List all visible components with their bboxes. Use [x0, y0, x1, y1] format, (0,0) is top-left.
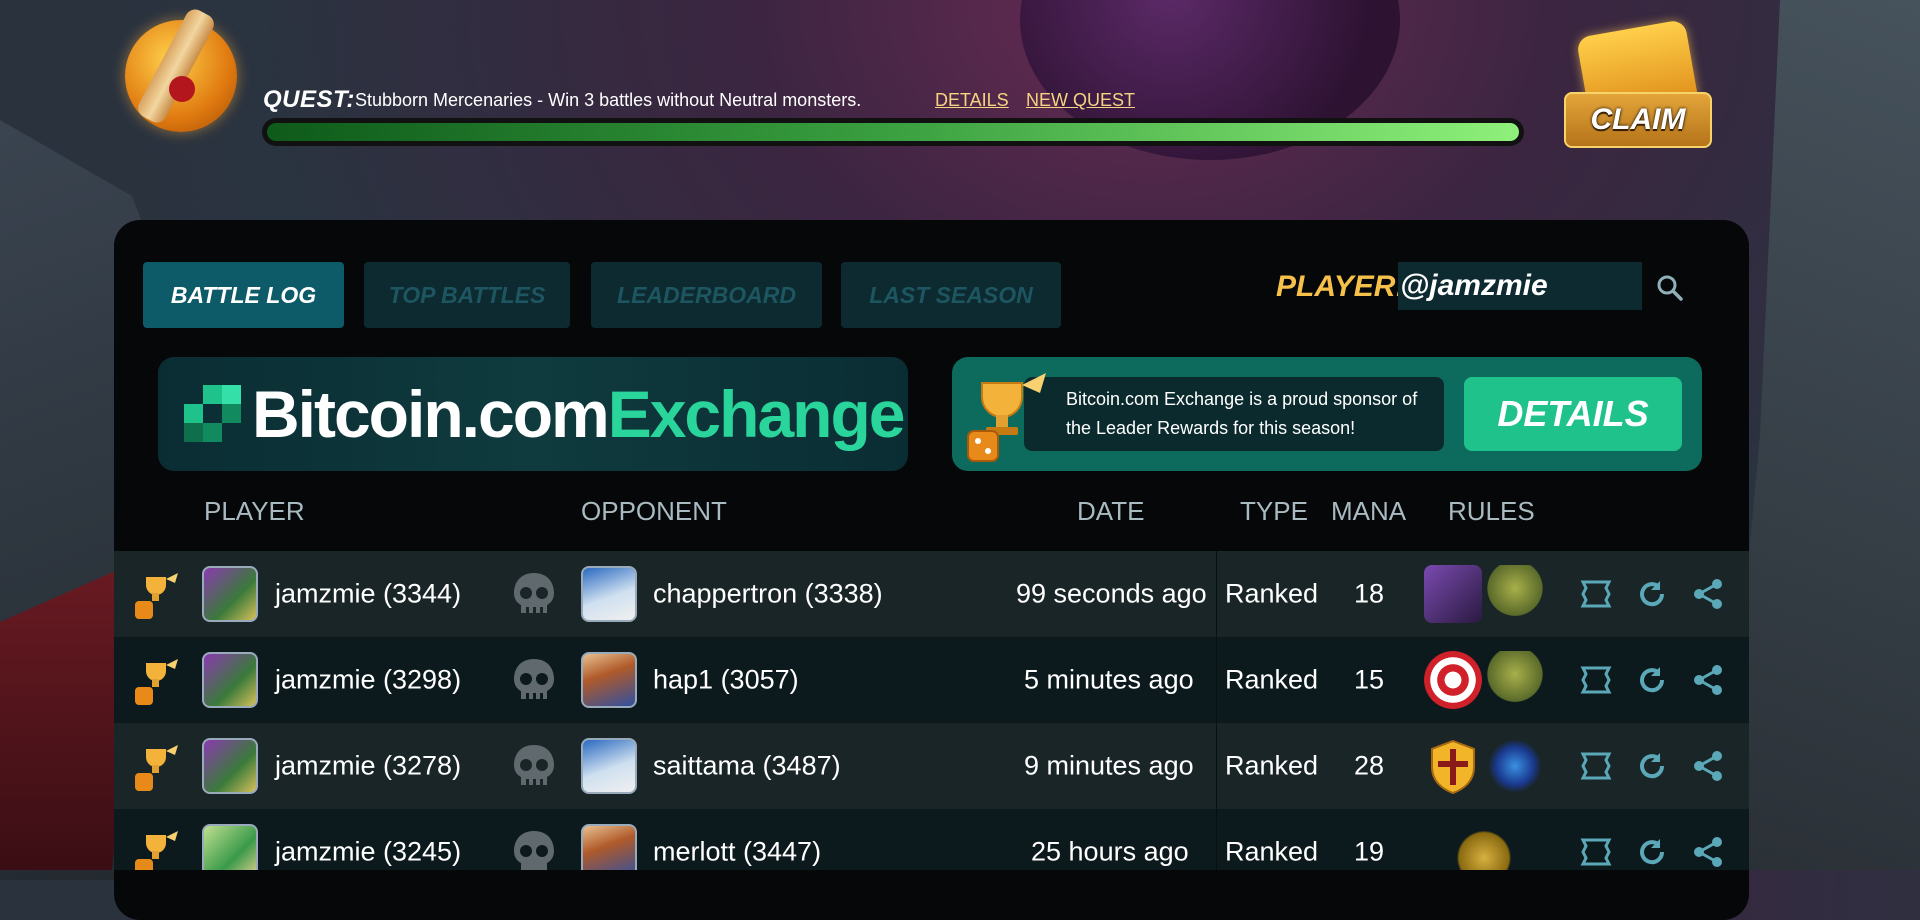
- skull-icon: [514, 831, 554, 870]
- battle-mana: 28: [1354, 750, 1385, 781]
- battle-view-icon[interactable]: [1580, 664, 1612, 696]
- header-mana[interactable]: MANA: [1331, 496, 1406, 527]
- tab-battle-log[interactable]: BATTLE LOG: [143, 262, 344, 328]
- battle-date: 25 hours ago: [1031, 836, 1189, 867]
- battle-row[interactable]: jamzmie (3278) saittama (3487) 9 minutes…: [114, 723, 1749, 809]
- target-rule-icon[interactable]: [1424, 651, 1482, 709]
- trophy-icon: [967, 373, 1046, 462]
- goblin-rule-icon[interactable]: [1486, 651, 1544, 709]
- replay-icon[interactable]: [1636, 750, 1668, 782]
- quest-progress-fill: [267, 123, 1519, 141]
- battle-mana: 18: [1354, 578, 1385, 609]
- vortex-rule-icon[interactable]: [1486, 737, 1544, 795]
- opponent-avatar[interactable]: [581, 566, 637, 622]
- goblin-rule-icon[interactable]: [1486, 565, 1544, 623]
- player-avatar[interactable]: [202, 566, 258, 622]
- skull-icon: [514, 659, 554, 701]
- battle-mana: 15: [1354, 664, 1385, 695]
- replay-icon[interactable]: [1636, 578, 1668, 610]
- battle-date: 5 minutes ago: [1024, 664, 1194, 695]
- header-type[interactable]: TYPE: [1240, 496, 1308, 527]
- opponent-name[interactable]: hap1 (3057): [653, 665, 799, 696]
- background-rock-right: [1720, 0, 1920, 870]
- quest-description: Stubborn Mercenaries - Win 3 battles wit…: [355, 90, 862, 110]
- opponent-avatar[interactable]: [581, 824, 637, 870]
- win-trophy-icon: [135, 831, 178, 870]
- player-name[interactable]: jamzmie (3298): [275, 665, 461, 696]
- bitcoin-exchange-logo-text: Bitcoin.comExchange: [252, 377, 905, 451]
- player-avatar[interactable]: [202, 824, 258, 870]
- header-rules[interactable]: RULES: [1448, 496, 1535, 527]
- replay-icon[interactable]: [1636, 836, 1668, 868]
- tab-leaderboard[interactable]: LEADERBOARD: [591, 262, 822, 328]
- bitcoin-exchange-banner[interactable]: Bitcoin.comExchange: [158, 357, 908, 471]
- claim-label: CLAIM: [1564, 92, 1712, 148]
- share-icon[interactable]: [1692, 750, 1724, 782]
- win-trophy-icon: [135, 573, 178, 619]
- battle-type: Ranked: [1225, 836, 1319, 867]
- player-search-input[interactable]: [1398, 262, 1642, 310]
- battle-view-icon[interactable]: [1580, 578, 1612, 610]
- battle-mana: 19: [1354, 836, 1385, 867]
- hooded-rule-icon[interactable]: [1424, 565, 1482, 623]
- battle-date: 99 seconds ago: [1016, 578, 1207, 609]
- bitcoin-exchange-logo-icon: [184, 385, 242, 443]
- new-quest-link[interactable]: NEW QUEST: [1026, 90, 1135, 111]
- player-search-label: PLAYER:: [1276, 270, 1406, 303]
- player-name[interactable]: jamzmie (3245): [275, 837, 461, 868]
- battle-view-icon[interactable]: [1580, 836, 1612, 868]
- quest-progress-bar: [262, 118, 1524, 146]
- sponsor-message: Bitcoin.com Exchange is a proud sponsor …: [1066, 389, 1418, 438]
- battle-row[interactable]: jamzmie (3245) merlott (3447) 25 hours a…: [114, 809, 1749, 870]
- share-icon[interactable]: [1692, 836, 1724, 868]
- quest-scroll-icon: [125, 5, 237, 132]
- gong-rule-icon[interactable]: [1455, 823, 1513, 870]
- opponent-avatar[interactable]: [581, 652, 637, 708]
- battle-row[interactable]: jamzmie (3298) hap1 (3057) 5 minutes ago…: [114, 637, 1749, 723]
- shield-rule-icon[interactable]: [1424, 737, 1482, 795]
- player-name[interactable]: jamzmie (3344): [275, 579, 461, 610]
- win-trophy-icon: [135, 745, 178, 791]
- tab-top-battles[interactable]: TOP BATTLES: [364, 262, 570, 328]
- battle-date: 9 minutes ago: [1024, 750, 1194, 781]
- opponent-name[interactable]: saittama (3487): [653, 751, 841, 782]
- header-player[interactable]: PLAYER: [204, 496, 305, 527]
- header-opponent[interactable]: OPPONENT: [581, 496, 727, 527]
- sponsor-details-button[interactable]: DETAILS: [1464, 377, 1682, 451]
- tab-last-season[interactable]: LAST SEASON: [841, 262, 1061, 328]
- battle-type: Ranked: [1225, 578, 1319, 609]
- win-trophy-icon: [135, 659, 178, 705]
- battle-type: Ranked: [1225, 750, 1319, 781]
- quest-details-link[interactable]: DETAILS: [935, 90, 1009, 111]
- sponsor-banner: Bitcoin.com Exchange is a proud sponsor …: [952, 357, 1702, 471]
- skull-icon: [514, 745, 554, 787]
- replay-icon[interactable]: [1636, 664, 1668, 696]
- opponent-avatar[interactable]: [581, 738, 637, 794]
- claim-button[interactable]: CLAIM: [1560, 18, 1712, 148]
- opponent-name[interactable]: chappertron (3338): [653, 579, 883, 610]
- player-avatar[interactable]: [202, 738, 258, 794]
- quest-label: QUEST:: [263, 86, 355, 113]
- opponent-name[interactable]: merlott (3447): [653, 837, 821, 868]
- battle-row[interactable]: jamzmie (3344) chappertron (3338) 99 sec…: [114, 551, 1749, 637]
- search-icon[interactable]: [1656, 274, 1684, 302]
- battle-type: Ranked: [1225, 664, 1319, 695]
- skull-icon: [514, 573, 554, 615]
- share-icon[interactable]: [1692, 664, 1724, 696]
- battle-view-icon[interactable]: [1580, 750, 1612, 782]
- player-name[interactable]: jamzmie (3278): [275, 751, 461, 782]
- share-icon[interactable]: [1692, 578, 1724, 610]
- header-date[interactable]: DATE: [1077, 496, 1144, 527]
- player-avatar[interactable]: [202, 652, 258, 708]
